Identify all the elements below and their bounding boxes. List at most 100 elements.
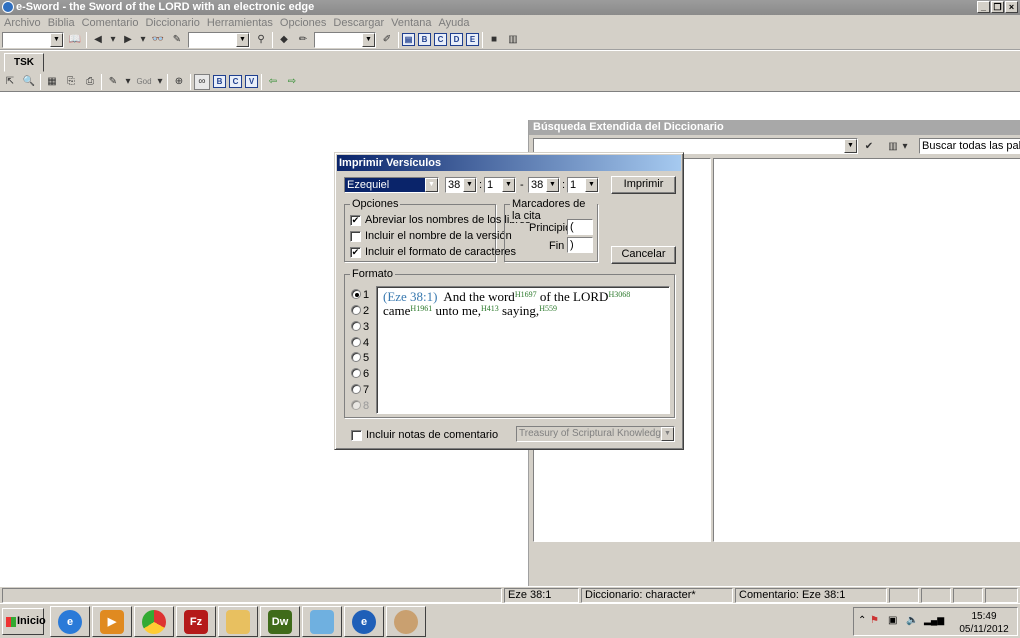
app-taskbar-button[interactable]: [302, 606, 342, 637]
menu-herramientas[interactable]: Herramientas: [207, 17, 273, 29]
include-version-checkbox[interactable]: [350, 231, 361, 242]
grid-icon[interactable]: ■: [486, 32, 502, 48]
format-radio-7[interactable]: [351, 384, 361, 394]
menu-opciones[interactable]: Opciones: [280, 17, 326, 29]
network-icon[interactable]: ▂▄▆: [924, 615, 944, 626]
end-marker-input[interactable]: ): [567, 237, 593, 253]
sync-right-icon[interactable]: ⇨: [284, 74, 300, 90]
dictionary-select[interactable]: ▼: [314, 31, 376, 48]
format-radio-5[interactable]: [351, 352, 361, 362]
format-radio-1[interactable]: [351, 289, 361, 299]
clock-date[interactable]: 05/11/2012: [954, 624, 1014, 635]
link-icon[interactable]: ∞: [194, 73, 210, 90]
format-option-label: 7: [363, 384, 370, 396]
chapter-verse-colon: :: [479, 179, 483, 191]
to-verse-select[interactable]: 1 ▼: [567, 177, 599, 193]
restore-button[interactable]: ❐: [991, 1, 1004, 13]
bible-select[interactable]: ▼: [2, 31, 64, 48]
search-mode-select[interactable]: Buscar todas las palabras: [919, 138, 1020, 154]
abbreviate-books-checkbox[interactable]: ✔: [350, 215, 361, 226]
eraser-icon[interactable]: ◆: [276, 32, 292, 48]
god-label[interactable]: God: [135, 74, 153, 90]
dropdown-icon[interactable]: ▾: [124, 74, 132, 90]
ie-alt-taskbar-button[interactable]: e: [344, 606, 384, 637]
highlight-icon[interactable]: ✐: [379, 32, 395, 48]
dropdown-icon[interactable]: ▾: [156, 74, 164, 90]
menu-ayuda[interactable]: Ayuda: [439, 17, 470, 29]
sync-left-icon[interactable]: ⇦: [265, 74, 281, 90]
menu-biblia[interactable]: Biblia: [48, 17, 75, 29]
book-icon[interactable]: 📖: [67, 32, 83, 48]
binoculars-small-icon[interactable]: ⚲: [253, 32, 269, 48]
format-radio-6[interactable]: [351, 368, 361, 378]
book-select-value: Ezequiel: [347, 179, 390, 191]
print-icon[interactable]: ⎙: [82, 74, 98, 90]
flag-icon[interactable]: ⚑: [870, 615, 879, 626]
paint-taskbar-button[interactable]: [386, 606, 426, 637]
media-player-taskbar-button[interactable]: ▶: [92, 606, 132, 637]
export-icon[interactable]: ⇱: [2, 74, 18, 90]
view-c-icon[interactable]: C: [229, 75, 242, 88]
preview-word: came: [383, 303, 411, 318]
dropdown-icon[interactable]: ▾: [109, 32, 117, 48]
chevron-down-icon: ▼: [585, 178, 598, 192]
menu-ventana[interactable]: Ventana: [391, 17, 431, 29]
commentary-notes-checkbox[interactable]: [351, 430, 362, 441]
show-hidden-icons-icon[interactable]: ⌃: [858, 615, 866, 626]
book-select[interactable]: Ezequiel ▼: [344, 177, 439, 193]
toolbar-separator: [40, 73, 41, 90]
zoom-icon[interactable]: ⊕: [171, 74, 187, 90]
binoculars-icon[interactable]: 👓: [150, 32, 166, 48]
search-options-icon[interactable]: ✎: [169, 32, 185, 48]
format-radio-4[interactable]: [351, 337, 361, 347]
layout-c-icon[interactable]: C: [434, 33, 447, 46]
search-icon[interactable]: 🔍: [21, 74, 37, 90]
dreamweaver-taskbar-button[interactable]: Dw: [260, 606, 300, 637]
menu-comentario[interactable]: Comentario: [82, 17, 139, 29]
layout-d-icon[interactable]: D: [450, 33, 463, 46]
menu-descargar[interactable]: Descargar: [333, 17, 384, 29]
format-radio-2[interactable]: [351, 305, 361, 315]
chart-icon[interactable]: ▥: [505, 32, 521, 48]
from-verse-select[interactable]: 1 ▼: [484, 177, 516, 193]
explorer-taskbar-button[interactable]: [218, 606, 258, 637]
pencil-icon[interactable]: ✏: [295, 32, 311, 48]
minimize-button[interactable]: _: [977, 1, 990, 13]
start-button[interactable]: Inicio: [2, 608, 46, 635]
to-chapter-select[interactable]: 38 ▼: [528, 177, 560, 193]
clock-time[interactable]: 15:49: [954, 611, 1014, 622]
layout-1-icon[interactable]: ▤: [402, 33, 415, 46]
tab-tsk[interactable]: TSK: [4, 53, 44, 72]
view-v-icon[interactable]: V: [245, 75, 258, 88]
page-icon[interactable]: ▦: [44, 74, 60, 90]
include-formatting-checkbox[interactable]: ✔: [350, 247, 361, 258]
back-icon[interactable]: ◀: [90, 32, 106, 48]
ie-taskbar-button[interactable]: e: [50, 606, 90, 637]
dropdown-icon[interactable]: ▾: [901, 138, 909, 154]
close-button[interactable]: ×: [1005, 1, 1018, 13]
format-radio-3[interactable]: [351, 321, 361, 331]
cancel-button[interactable]: Cancelar: [611, 246, 676, 264]
spellcheck-icon[interactable]: ✔: [861, 138, 877, 154]
options-icon[interactable]: ▥: [885, 138, 901, 154]
start-marker-input[interactable]: (: [567, 219, 593, 235]
layout-b-icon[interactable]: B: [418, 33, 431, 46]
verse-reference: (Eze 38:1): [383, 289, 438, 304]
menu-archivo[interactable]: Archivo: [4, 17, 41, 29]
filezilla-taskbar-button[interactable]: Fz: [176, 606, 216, 637]
print-button[interactable]: Imprimir: [611, 176, 676, 194]
edit-icon[interactable]: ✎: [105, 74, 121, 90]
forward-icon[interactable]: ▶: [120, 32, 136, 48]
copy-icon[interactable]: ⎘: [63, 74, 79, 90]
status-dictionary: Diccionario: character*: [581, 588, 733, 603]
device-icon[interactable]: ▣: [888, 615, 897, 626]
commentary-select[interactable]: ▼: [188, 31, 250, 48]
volume-icon[interactable]: 🔈: [906, 615, 918, 626]
layout-e-icon[interactable]: E: [466, 33, 479, 46]
view-b-icon[interactable]: B: [213, 75, 226, 88]
toolbar-separator: [272, 31, 273, 48]
menu-diccionario[interactable]: Diccionario: [145, 17, 199, 29]
from-chapter-select[interactable]: 38 ▼: [445, 177, 477, 193]
dropdown-icon[interactable]: ▾: [139, 32, 147, 48]
chrome-taskbar-button[interactable]: [134, 606, 174, 637]
